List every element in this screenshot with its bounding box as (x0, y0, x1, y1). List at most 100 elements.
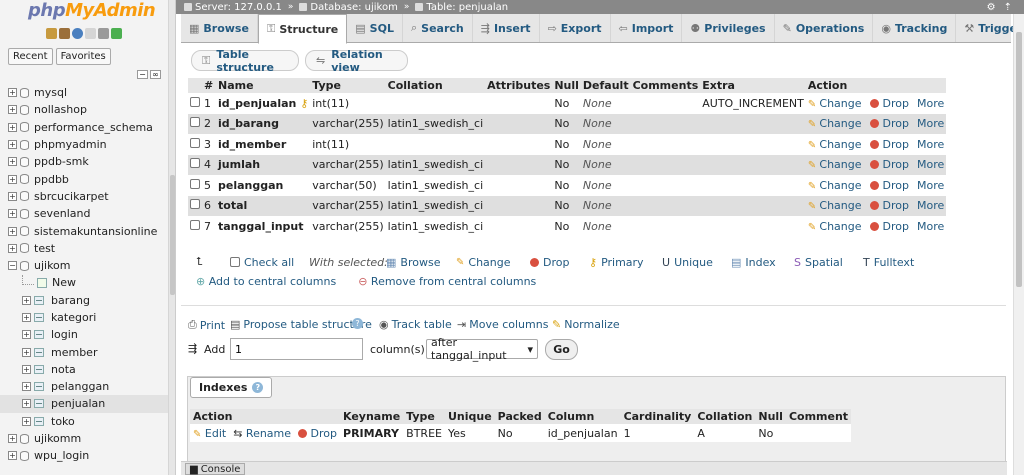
drop-button[interactable]: Drop (869, 158, 909, 171)
column-header[interactable]: Collation (385, 78, 486, 93)
tab-search[interactable]: ⌕ Search (403, 14, 473, 42)
console-toggle[interactable]: ▆ Console (185, 463, 246, 475)
row-checkbox[interactable] (190, 96, 200, 107)
indexes-legend[interactable]: Indexes ? (190, 377, 273, 398)
tab-structure[interactable]: ⚿ Structure (257, 14, 348, 44)
check-all-label[interactable]: Check all (244, 256, 294, 269)
expand-icon[interactable]: + (8, 105, 17, 115)
tree-item-label[interactable]: nollashop (34, 103, 87, 116)
tree-item-label[interactable]: mysql (34, 86, 67, 99)
help-icon[interactable] (72, 28, 83, 39)
more-dropdown[interactable]: More (917, 220, 944, 233)
column-header[interactable]: # (202, 78, 216, 93)
tree-item-label[interactable]: ppdbb (34, 173, 69, 186)
normalize-link[interactable]: ✎ Normalize (552, 318, 620, 331)
row-checkbox[interactable] (190, 117, 200, 128)
column-count-input[interactable] (230, 338, 363, 360)
sidebar-scrollbar[interactable] (168, 0, 175, 475)
row-checkbox[interactable] (190, 219, 200, 230)
tree-item-label[interactable]: ppdb-smk (34, 155, 89, 168)
field-name[interactable]: id_barang (218, 117, 279, 130)
column-header[interactable]: Attributes (485, 78, 553, 93)
bulk-spatial-button[interactable]: S Spatial (794, 256, 843, 269)
settings-gear-icon[interactable] (98, 28, 109, 39)
tree-item-label[interactable]: pelanggan (51, 380, 109, 393)
expand-icon[interactable]: + (8, 434, 17, 444)
column-header[interactable]: Comments (630, 78, 701, 93)
more-dropdown[interactable]: More (917, 138, 944, 151)
column-header[interactable]: Name (216, 78, 311, 93)
tree-item-database[interactable]: − ujikom (0, 257, 168, 274)
expand-icon[interactable]: + (8, 451, 17, 461)
bulk-drop-button[interactable]: Drop (530, 256, 569, 269)
drop-button[interactable]: Drop (869, 179, 909, 192)
tree-item-label[interactable]: sistemakuntansionline (34, 225, 157, 238)
tree-item-label[interactable]: performance_schema (34, 121, 153, 134)
tree-item-database[interactable]: + performance_schema (0, 119, 168, 136)
field-name[interactable]: id_member (218, 138, 286, 151)
drop-button[interactable]: Drop (869, 138, 909, 151)
index-drop-button[interactable]: Drop (298, 427, 337, 440)
collapse-top-icon[interactable]: ⇡ (1004, 2, 1012, 13)
add-central-columns-button[interactable]: ⊕ Add to central columns (196, 275, 336, 288)
tree-item-database[interactable]: + ppdbb (0, 170, 168, 187)
tree-item-label[interactable]: kategori (51, 311, 96, 324)
change-button[interactable]: ✎ Change (808, 199, 862, 212)
go-button[interactable]: Go (545, 339, 578, 360)
phpmyadmin-logo[interactable]: phpMyAdmin (28, 0, 156, 21)
column-header[interactable]: Action (805, 78, 947, 93)
more-dropdown[interactable]: More (917, 158, 944, 171)
index-rename-button[interactable]: ⇆ Rename (233, 427, 291, 440)
tree-item-label[interactable]: member (51, 346, 97, 359)
check-all-checkbox[interactable] (230, 257, 240, 267)
bulk-unique-button[interactable]: U Unique (662, 256, 713, 269)
tab-browse[interactable]: ▦ Browse (181, 14, 258, 42)
logout-icon[interactable] (59, 28, 70, 39)
change-button[interactable]: ✎ Change (808, 158, 862, 171)
move-columns-link[interactable]: ⇥ Move columns (457, 318, 548, 331)
drop-button[interactable]: Drop (869, 117, 909, 130)
tree-item-database[interactable]: + mysql (0, 84, 168, 101)
field-name[interactable]: jumlah (218, 158, 260, 171)
docs-icon[interactable] (85, 28, 96, 39)
collapse-all-icon[interactable]: − (137, 70, 148, 79)
remove-central-columns-button[interactable]: ⊖ Remove from central columns (358, 275, 536, 288)
change-button[interactable]: ✎ Change (808, 138, 862, 151)
expand-icon[interactable]: + (22, 382, 31, 392)
scrollbar-thumb[interactable] (1016, 32, 1022, 287)
tab-tracking[interactable]: ◉ Tracking (873, 14, 957, 42)
column-header[interactable]: Extra (700, 78, 806, 93)
collapse-icon[interactable]: − (8, 261, 17, 271)
tree-item-table[interactable]: + toko (0, 413, 168, 430)
expand-icon[interactable]: + (8, 140, 17, 150)
expand-icon[interactable]: + (22, 416, 31, 426)
field-name[interactable]: total (218, 199, 247, 212)
tree-item-database[interactable]: + ujikomm (0, 430, 168, 447)
more-dropdown[interactable]: More (917, 199, 944, 212)
tab-sql[interactable]: ▤ SQL (347, 14, 403, 42)
field-name[interactable]: id_penjualan (218, 97, 296, 110)
reload-icon[interactable] (111, 28, 122, 39)
tree-item-table[interactable]: + pelanggan (0, 378, 168, 395)
tree-item-label[interactable]: phpmyadmin (34, 138, 107, 151)
bulk-index-button[interactable]: ▤ Index (731, 256, 776, 269)
expand-icon[interactable]: + (8, 243, 17, 253)
change-button[interactable]: ✎ Change (808, 97, 862, 110)
expand-icon[interactable]: + (8, 191, 17, 201)
favorites-tab[interactable]: Favorites (55, 48, 111, 65)
tree-item-label[interactable]: ujikom (34, 259, 71, 272)
tree-item-table[interactable]: + kategori (0, 309, 168, 326)
bulk-fulltext-button[interactable]: T Fulltext (863, 256, 914, 269)
column-header[interactable]: Null (552, 78, 581, 93)
expand-icon[interactable]: + (22, 347, 31, 357)
tree-item-label[interactable]: ujikomm (34, 432, 81, 445)
settings-gear-icon[interactable]: ⚙ (987, 2, 996, 13)
breadcrumb-database[interactable]: Database: ujikom (299, 2, 398, 13)
track-table-link[interactable]: ◉ Track table (379, 318, 452, 331)
tree-item-label[interactable]: penjualan (51, 397, 105, 410)
page-scrollbar[interactable] (1013, 14, 1024, 475)
tree-item-table[interactable]: + login (0, 326, 168, 343)
more-dropdown[interactable]: More (917, 179, 944, 192)
row-checkbox[interactable] (190, 199, 200, 210)
check-all[interactable]: Check all (230, 256, 294, 269)
